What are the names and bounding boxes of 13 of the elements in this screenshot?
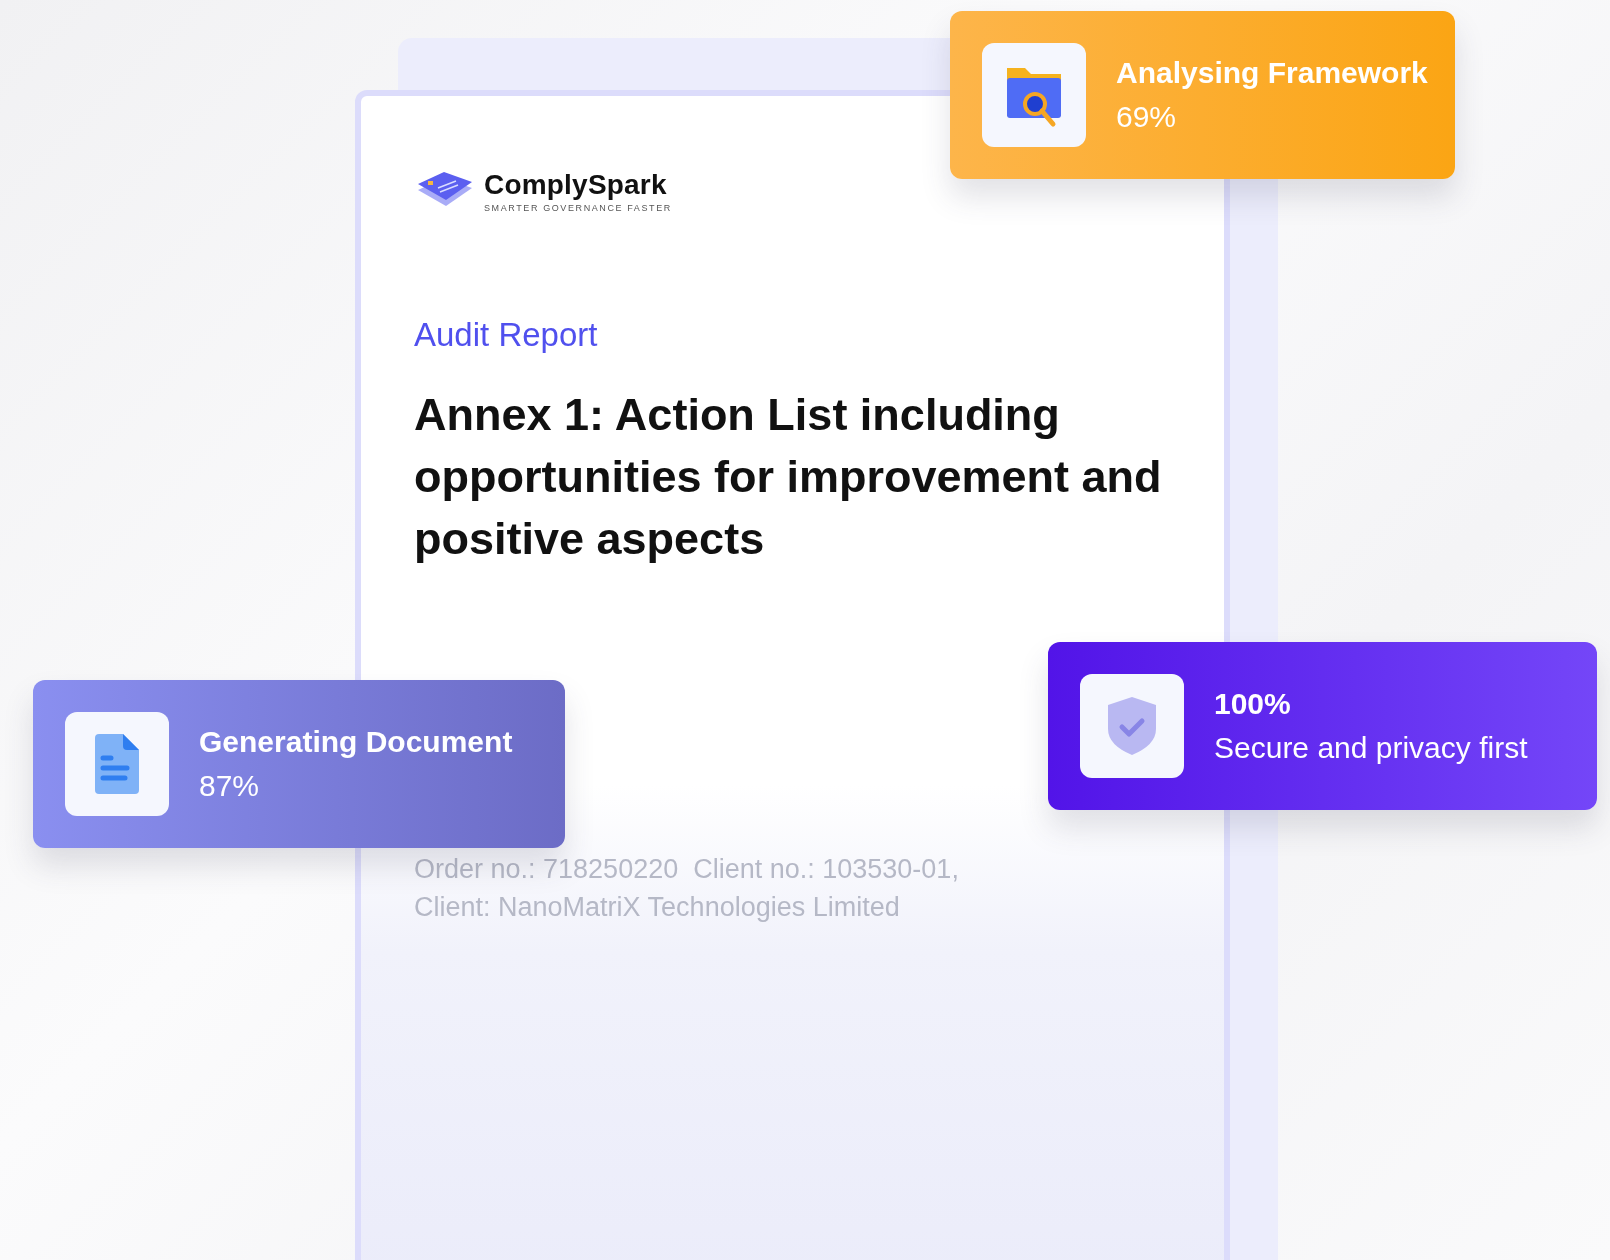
report-title: Annex 1: Action List including opportunities for improvement and positive aspects — [414, 388, 1163, 566]
status-text: Analysing Framework — [1116, 56, 1428, 90]
status-text: Secure and privacy first — [1214, 731, 1528, 765]
status-text: Generating Document — [199, 725, 513, 759]
status-text: 100% — [1214, 687, 1292, 721]
report-details: Client: NanoMatriX Technologies Limited — [414, 891, 901, 924]
brand-name: ComplySpark — [484, 169, 668, 201]
report-details: Order no.: 718250220 Client no.: 103530-01, — [414, 853, 960, 886]
report-kind: Audit Report — [414, 316, 599, 354]
shield-check-icon — [1106, 695, 1158, 757]
brand-tagline: SMARTER GOVERNANCE FASTER — [484, 203, 672, 213]
status-text: 87% — [199, 769, 261, 803]
status-text: 69% — [1116, 100, 1178, 134]
